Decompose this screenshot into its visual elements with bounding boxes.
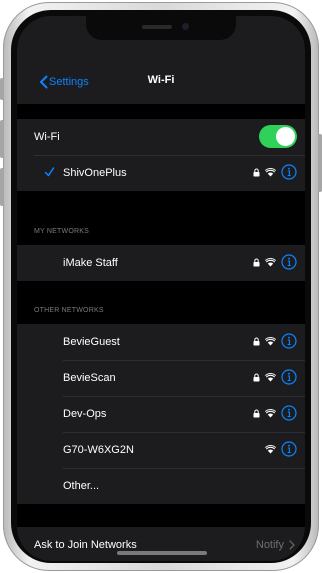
lock-icon <box>253 373 260 381</box>
lock-icon <box>253 337 260 345</box>
wifi-signal-icon <box>265 444 276 453</box>
front-camera <box>182 23 189 30</box>
network-row[interactable]: BevieScan <box>17 360 305 396</box>
home-indicator <box>117 551 207 555</box>
page-title: Wi-Fi <box>147 74 175 86</box>
lock-icon <box>253 409 260 417</box>
network-name: BevieGuest <box>63 336 120 348</box>
network-name: G70-W6XG2N <box>63 444 134 456</box>
ask-to-join-label: Ask to Join Networks <box>34 539 137 551</box>
settings-list: Wi-Fi ShivOnePlus MY NETWORKS iMake Staf… <box>17 104 305 561</box>
info-icon[interactable] <box>281 333 297 349</box>
wifi-signal-icon <box>265 257 276 266</box>
info-icon[interactable] <box>281 405 297 421</box>
toggle-knob <box>276 127 295 146</box>
info-icon[interactable] <box>281 164 297 180</box>
info-icon[interactable] <box>281 441 297 457</box>
mute-switch <box>0 78 4 100</box>
wifi-toggle-row: Wi-Fi <box>17 119 305 155</box>
wifi-signal-icon <box>265 336 276 345</box>
ask-to-join-row[interactable]: Ask to Join Networks Notify <box>17 527 305 561</box>
other-network-row[interactable]: Other... <box>17 468 305 504</box>
phone-frame: Settings Wi-Fi Wi-Fi ShivOnePlus MY NETW… <box>0 2 322 571</box>
other-networks-group: BevieGuest BevieScan Dev-Ops G70-W6XG2N … <box>17 324 305 504</box>
other-network-label: Other... <box>63 480 100 492</box>
current-network-row[interactable]: ShivOnePlus <box>17 155 305 191</box>
network-name: Dev-Ops <box>63 408 107 420</box>
network-row[interactable]: iMake Staff <box>17 245 305 281</box>
network-name: iMake Staff <box>63 257 118 269</box>
chevron-right-icon <box>289 540 295 550</box>
ask-to-join-value: Notify <box>255 539 284 551</box>
wifi-signal-icon <box>265 408 276 417</box>
checkmark-icon <box>44 167 55 177</box>
ask-to-join-group: Ask to Join Networks Notify <box>17 527 305 561</box>
lock-icon <box>253 258 260 266</box>
volume-up-button <box>0 120 4 158</box>
power-button <box>318 134 322 192</box>
section-header-other-networks: OTHER NETWORKS <box>34 307 104 314</box>
volume-down-button <box>0 168 4 206</box>
info-icon[interactable] <box>281 369 297 385</box>
screen: Settings Wi-Fi Wi-Fi ShivOnePlus MY NETW… <box>17 16 305 561</box>
wifi-signal-icon <box>265 167 276 176</box>
wifi-toggle[interactable] <box>259 125 297 148</box>
my-networks-group: iMake Staff <box>17 245 305 281</box>
network-row[interactable]: BevieGuest <box>17 324 305 360</box>
lock-icon <box>253 168 260 176</box>
network-row[interactable]: G70-W6XG2N <box>17 432 305 468</box>
section-header-my-networks: MY NETWORKS <box>34 228 89 235</box>
wifi-label: Wi-Fi <box>34 131 60 143</box>
speaker-grille <box>142 25 172 29</box>
network-name: BevieScan <box>63 372 116 384</box>
notch <box>86 16 236 40</box>
wifi-group: Wi-Fi ShivOnePlus <box>17 119 305 191</box>
network-row[interactable]: Dev-Ops <box>17 396 305 432</box>
info-icon[interactable] <box>281 254 297 270</box>
network-name: ShivOnePlus <box>63 167 127 179</box>
wifi-signal-icon <box>265 372 276 381</box>
